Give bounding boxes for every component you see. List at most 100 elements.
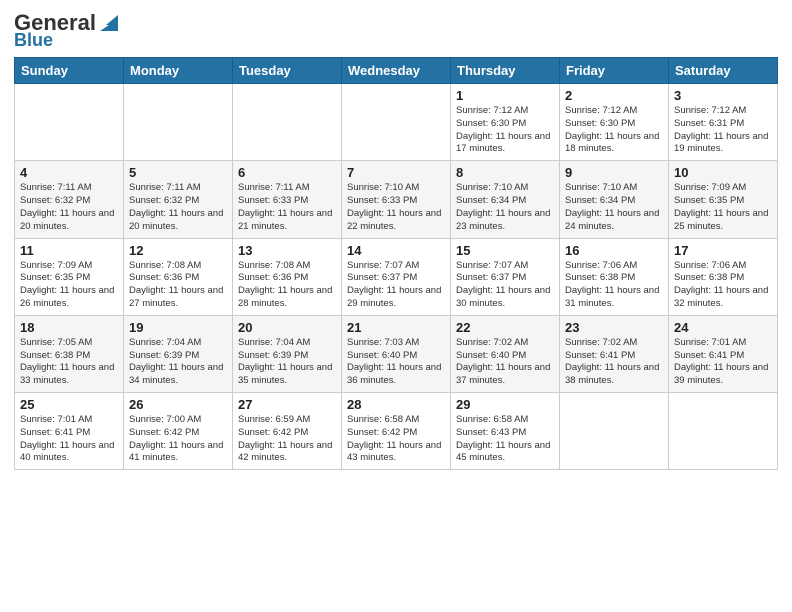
day-number: 11 [20,243,118,258]
calendar-cell: 1 Sunrise: 7:12 AM Sunset: 6:30 PM Daylig… [451,84,560,161]
calendar-week-row: 25 Sunrise: 7:01 AM Sunset: 6:41 PM Dayli… [15,393,778,470]
calendar-cell [342,84,451,161]
day-info: Sunrise: 6:58 AM Sunset: 6:43 PM Dayligh… [456,414,554,465]
day-info: Sunrise: 7:07 AM Sunset: 6:37 PM Dayligh… [456,260,554,311]
day-number: 3 [674,88,772,103]
day-number: 17 [674,243,772,258]
calendar-cell [560,393,669,470]
day-info: Sunrise: 7:09 AM Sunset: 6:35 PM Dayligh… [674,182,772,233]
day-number: 9 [565,165,663,180]
calendar-cell: 10 Sunrise: 7:09 AM Sunset: 6:35 PM Dayli… [669,161,778,238]
calendar-cell: 13 Sunrise: 7:08 AM Sunset: 6:36 PM Dayli… [233,238,342,315]
day-number: 13 [238,243,336,258]
day-number: 14 [347,243,445,258]
calendar-cell: 15 Sunrise: 7:07 AM Sunset: 6:37 PM Dayli… [451,238,560,315]
day-number: 19 [129,320,227,335]
day-info: Sunrise: 7:11 AM Sunset: 6:33 PM Dayligh… [238,182,336,233]
calendar-cell: 14 Sunrise: 7:07 AM Sunset: 6:37 PM Dayli… [342,238,451,315]
page: General Blue SundayMondayTuesdayWednesda… [0,0,792,612]
day-info: Sunrise: 6:59 AM Sunset: 6:42 PM Dayligh… [238,414,336,465]
calendar-cell: 12 Sunrise: 7:08 AM Sunset: 6:36 PM Dayli… [124,238,233,315]
calendar-cell: 28 Sunrise: 6:58 AM Sunset: 6:42 PM Dayli… [342,393,451,470]
day-number: 20 [238,320,336,335]
calendar-cell: 6 Sunrise: 7:11 AM Sunset: 6:33 PM Daylig… [233,161,342,238]
day-info: Sunrise: 7:03 AM Sunset: 6:40 PM Dayligh… [347,337,445,388]
calendar-cell: 24Sunrise: 7:01 AM Sunset: 6:41 PM Dayli… [669,315,778,392]
calendar-cell: 17Sunrise: 7:06 AM Sunset: 6:38 PM Dayli… [669,238,778,315]
day-info: Sunrise: 7:04 AM Sunset: 6:39 PM Dayligh… [129,337,227,388]
calendar-header-sunday: Sunday [15,58,124,84]
calendar-cell: 29 Sunrise: 6:58 AM Sunset: 6:43 PM Dayli… [451,393,560,470]
calendar-cell: 27 Sunrise: 6:59 AM Sunset: 6:42 PM Dayli… [233,393,342,470]
day-number: 15 [456,243,554,258]
day-info: Sunrise: 7:10 AM Sunset: 6:33 PM Dayligh… [347,182,445,233]
day-number: 8 [456,165,554,180]
calendar-table: SundayMondayTuesdayWednesdayThursdayFrid… [14,57,778,470]
day-info: Sunrise: 7:02 AM Sunset: 6:40 PM Dayligh… [456,337,554,388]
day-number: 25 [20,397,118,412]
day-info: Sunrise: 7:10 AM Sunset: 6:34 PM Dayligh… [565,182,663,233]
calendar-cell: 21 Sunrise: 7:03 AM Sunset: 6:40 PM Dayli… [342,315,451,392]
day-info: Sunrise: 7:07 AM Sunset: 6:37 PM Dayligh… [347,260,445,311]
calendar-week-row: 1 Sunrise: 7:12 AM Sunset: 6:30 PM Daylig… [15,84,778,161]
day-info: Sunrise: 6:58 AM Sunset: 6:42 PM Dayligh… [347,414,445,465]
day-info: Sunrise: 7:01 AM Sunset: 6:41 PM Dayligh… [20,414,118,465]
calendar-cell: 22Sunrise: 7:02 AM Sunset: 6:40 PM Dayli… [451,315,560,392]
day-number: 5 [129,165,227,180]
day-info: Sunrise: 7:12 AM Sunset: 6:30 PM Dayligh… [456,105,554,156]
calendar-cell: 7 Sunrise: 7:10 AM Sunset: 6:33 PM Daylig… [342,161,451,238]
calendar-cell [669,393,778,470]
calendar-cell: 8 Sunrise: 7:10 AM Sunset: 6:34 PM Daylig… [451,161,560,238]
calendar-cell: 25 Sunrise: 7:01 AM Sunset: 6:41 PM Dayli… [15,393,124,470]
day-number: 24 [674,320,772,335]
day-info: Sunrise: 7:11 AM Sunset: 6:32 PM Dayligh… [20,182,118,233]
calendar-cell: 4 Sunrise: 7:11 AM Sunset: 6:32 PM Daylig… [15,161,124,238]
day-number: 29 [456,397,554,412]
day-info: Sunrise: 7:11 AM Sunset: 6:32 PM Dayligh… [129,182,227,233]
day-info: Sunrise: 7:00 AM Sunset: 6:42 PM Dayligh… [129,414,227,465]
logo: General Blue [14,10,120,51]
calendar-cell: 11Sunrise: 7:09 AM Sunset: 6:35 PM Dayli… [15,238,124,315]
logo-container: General Blue [14,10,120,51]
calendar-week-row: 18Sunrise: 7:05 AM Sunset: 6:38 PM Dayli… [15,315,778,392]
day-number: 1 [456,88,554,103]
day-number: 21 [347,320,445,335]
calendar-header-monday: Monday [124,58,233,84]
calendar-header-friday: Friday [560,58,669,84]
calendar-cell: 3Sunrise: 7:12 AM Sunset: 6:31 PM Daylig… [669,84,778,161]
calendar-cell [233,84,342,161]
calendar-header-tuesday: Tuesday [233,58,342,84]
day-info: Sunrise: 7:02 AM Sunset: 6:41 PM Dayligh… [565,337,663,388]
calendar-cell: 9 Sunrise: 7:10 AM Sunset: 6:34 PM Daylig… [560,161,669,238]
day-number: 12 [129,243,227,258]
calendar-header-row: SundayMondayTuesdayWednesdayThursdayFrid… [15,58,778,84]
day-info: Sunrise: 7:06 AM Sunset: 6:38 PM Dayligh… [565,260,663,311]
calendar-header-wednesday: Wednesday [342,58,451,84]
calendar-cell: 16 Sunrise: 7:06 AM Sunset: 6:38 PM Dayli… [560,238,669,315]
day-info: Sunrise: 7:08 AM Sunset: 6:36 PM Dayligh… [238,260,336,311]
day-number: 2 [565,88,663,103]
logo-blue-text: Blue [14,30,53,51]
calendar-cell: 18Sunrise: 7:05 AM Sunset: 6:38 PM Dayli… [15,315,124,392]
day-info: Sunrise: 7:08 AM Sunset: 6:36 PM Dayligh… [129,260,227,311]
day-number: 4 [20,165,118,180]
day-number: 7 [347,165,445,180]
day-number: 28 [347,397,445,412]
calendar-cell: 26 Sunrise: 7:00 AM Sunset: 6:42 PM Dayli… [124,393,233,470]
calendar-cell: 20 Sunrise: 7:04 AM Sunset: 6:39 PM Dayli… [233,315,342,392]
calendar-week-row: 11Sunrise: 7:09 AM Sunset: 6:35 PM Dayli… [15,238,778,315]
day-info: Sunrise: 7:12 AM Sunset: 6:30 PM Dayligh… [565,105,663,156]
day-info: Sunrise: 7:10 AM Sunset: 6:34 PM Dayligh… [456,182,554,233]
day-info: Sunrise: 7:05 AM Sunset: 6:38 PM Dayligh… [20,337,118,388]
day-number: 10 [674,165,772,180]
day-number: 27 [238,397,336,412]
calendar-cell: 19 Sunrise: 7:04 AM Sunset: 6:39 PM Dayli… [124,315,233,392]
calendar-week-row: 4 Sunrise: 7:11 AM Sunset: 6:32 PM Daylig… [15,161,778,238]
day-number: 16 [565,243,663,258]
day-number: 6 [238,165,336,180]
day-info: Sunrise: 7:04 AM Sunset: 6:39 PM Dayligh… [238,337,336,388]
calendar-cell: 23 Sunrise: 7:02 AM Sunset: 6:41 PM Dayli… [560,315,669,392]
calendar-cell: 2 Sunrise: 7:12 AM Sunset: 6:30 PM Daylig… [560,84,669,161]
day-number: 23 [565,320,663,335]
day-number: 26 [129,397,227,412]
